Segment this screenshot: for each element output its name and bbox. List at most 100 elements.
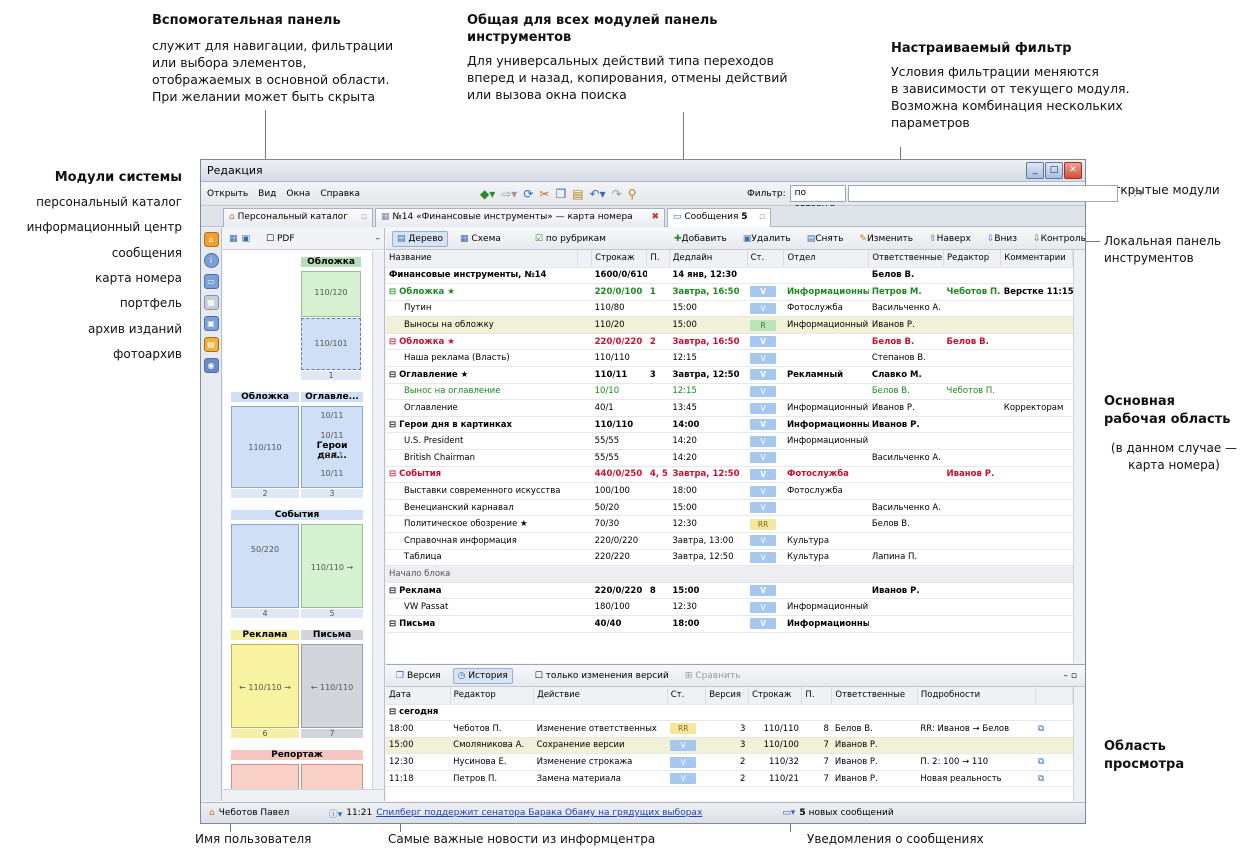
- search-icon[interactable]: ⚲: [628, 187, 637, 201]
- tab-personal-catalog[interactable]: ⌂ Персональный каталог ▫: [223, 208, 373, 227]
- table-row[interactable]: Вынос на оглавление 10/10 12:15 V Белов В. Че…: [386, 383, 1073, 401]
- camera-icon[interactable]: ◉: [203, 358, 219, 373]
- history-row[interactable]: 11:18 Петров П. Замена материала V 2 110/21 7 И…: [386, 770, 1073, 788]
- history-scrollbar[interactable]: [1073, 687, 1085, 801]
- aux-hscrollbar[interactable]: [223, 789, 384, 801]
- collapse-icon[interactable]: –: [376, 234, 381, 244]
- history-col-header[interactable]: Действие: [533, 687, 668, 705]
- table-row[interactable]: Наша реклама (Власть) 110/110 12:15 V Степан…: [386, 349, 1073, 368]
- status-msg-text[interactable]: новых сообщений: [809, 808, 894, 818]
- menu-view[interactable]: Вид: [258, 189, 276, 199]
- status-user[interactable]: Чеботов Павел: [219, 808, 319, 818]
- grid-col-header[interactable]: Ответственные: [868, 250, 945, 268]
- by-rubrics-checkbox[interactable]: ☑ по рубрикам: [531, 232, 610, 246]
- grid-col-header[interactable]: П.: [646, 250, 670, 268]
- history-col-header[interactable]: Строкаж: [748, 687, 803, 705]
- menu-help[interactable]: Справка: [320, 189, 360, 199]
- page-thumb[interactable]: ← 110/110: [301, 644, 363, 728]
- tree-view-button[interactable]: ▤ Дерево: [392, 230, 449, 247]
- close-icon[interactable]: ▫: [759, 212, 765, 222]
- details-icon[interactable]: [1035, 737, 1073, 755]
- back-icon[interactable]: ◆▾: [480, 187, 495, 201]
- version-button[interactable]: ❐ Версия: [392, 669, 445, 683]
- table-row[interactable]: ⊟ Реклама 220/0/220 8 15:00 V Иванов Р.: [386, 582, 1073, 600]
- info-icon[interactable]: i: [203, 253, 219, 268]
- page-thumb[interactable]: 110/110 →: [301, 524, 363, 608]
- table-row[interactable]: Политическое обозрение ★ 70/30 12:30 RR Бело…: [386, 515, 1073, 533]
- refresh-icon[interactable]: ⟳: [523, 187, 533, 201]
- aux-scrollbar[interactable]: [372, 251, 384, 789]
- close-icon[interactable]: ✕: [1064, 162, 1082, 179]
- filter-select[interactable]: по автору ▾: [789, 185, 846, 213]
- page-thumb[interactable]: ← 110/110 →: [231, 644, 299, 728]
- pdf-checkbox[interactable]: ☐ PDF: [266, 234, 294, 244]
- page-thumb[interactable]: 110/101: [301, 318, 361, 370]
- table-row[interactable]: Венецианский карнавал 50/20 15:00 V Васильче…: [386, 499, 1073, 517]
- status-news-link[interactable]: Спилберг поддержит сенатора Барака Обаму…: [376, 808, 702, 818]
- history-col-header[interactable]: Ответственные: [831, 687, 918, 705]
- table-row[interactable]: Финансовые инструменты, №14 1600/0/610 14 …: [386, 267, 1073, 285]
- page-thumb[interactable]: [231, 764, 299, 789]
- page-thumb[interactable]: 10/11 10/11 Герои дня... 10/11 10/11: [301, 406, 363, 488]
- history-col-header[interactable]: Ст.: [667, 687, 707, 705]
- details-icon[interactable]: ⧉: [1035, 753, 1073, 771]
- history-col-header[interactable]: Версия: [705, 687, 749, 705]
- details-icon[interactable]: ⧉: [1035, 770, 1073, 788]
- grid-col-header[interactable]: Ст.: [747, 250, 785, 268]
- close-icon[interactable]: ▫: [361, 212, 367, 222]
- tab-issue-map[interactable]: ▦ №14 «Финансовые инструменты» — карта н…: [375, 208, 665, 227]
- menu-open[interactable]: Открыть: [207, 189, 248, 199]
- grid-col-header[interactable]: Название: [386, 250, 578, 268]
- page-thumb[interactable]: 110/120: [301, 271, 361, 317]
- archive-icon[interactable]: ▤: [203, 337, 219, 352]
- layout-icon[interactable]: ▦: [229, 234, 238, 244]
- grid-col-header[interactable]: [577, 250, 593, 268]
- tab-messages[interactable]: ▭ Сообщения 5 ▫: [667, 208, 771, 227]
- history-col-header[interactable]: П.: [801, 687, 833, 705]
- add-button[interactable]: ✚Добавить: [670, 232, 731, 246]
- table-row[interactable]: ⊟ Письма 40/40 18:00 V Информационный: [386, 615, 1073, 633]
- down-button[interactable]: ⇩Вниз: [983, 232, 1021, 246]
- history-button[interactable]: ◷ История: [452, 667, 513, 684]
- table-row[interactable]: ⊟ Оглавление ★ 110/11 3 Завтра, 12:50 V Рекла…: [386, 366, 1073, 384]
- forward-icon[interactable]: ⇨▾: [501, 187, 517, 201]
- table-row[interactable]: Выставки современного искусства 100/100 18…: [386, 482, 1073, 500]
- only-changes-checkbox[interactable]: ☐ только изменения версий: [531, 669, 673, 683]
- delete-button[interactable]: ▣Удалить: [739, 232, 795, 246]
- history-row[interactable]: 18:00 Чеботов П. Изменение ответственных RR…: [386, 720, 1073, 738]
- message-icon[interactable]: ▭▾: [782, 808, 795, 818]
- redo-icon[interactable]: ↷: [612, 187, 622, 201]
- scheme-view-button[interactable]: ▦ Схема: [456, 232, 505, 246]
- control-button[interactable]: ⇩Контроль: [1029, 232, 1090, 246]
- message-icon[interactable]: ▭: [203, 274, 219, 289]
- grid-col-header[interactable]: Отдел: [783, 250, 870, 268]
- page-icon[interactable]: ▦: [203, 295, 219, 310]
- grid-scrollbar[interactable]: [1073, 250, 1085, 663]
- funnel-icon[interactable]: ▽▾: [1132, 189, 1143, 199]
- grid-col-header[interactable]: Редактор: [943, 250, 1002, 268]
- history-row[interactable]: 12:30 Нусинова Е. Изменение строкажа V 2 110/…: [386, 753, 1073, 771]
- table-row[interactable]: Путин 110/80 15:00 V Фотослужба Васильченко А…: [386, 300, 1073, 318]
- history-col-header[interactable]: Подробности: [917, 687, 1036, 705]
- page-thumb[interactable]: 110/110: [231, 406, 299, 488]
- minimize-icon[interactable]: _: [1026, 162, 1044, 179]
- menu-windows[interactable]: Окна: [286, 189, 310, 199]
- table-row[interactable]: Таблица 220/220 Завтра, 12:50 V Культура Лапи…: [386, 549, 1073, 567]
- table-row[interactable]: ⊟ Герои дня в картинках 110/110 14:00 V Инфо…: [386, 416, 1073, 434]
- save-icon[interactable]: ▣: [242, 234, 251, 244]
- collapse-icon[interactable]: – ▫: [1064, 671, 1077, 681]
- table-row[interactable]: British Chairman 55/55 14:20 V Васильченко А…: [386, 449, 1073, 467]
- table-row[interactable]: Справочная информация 220/0/220 Завтра, 13…: [386, 532, 1073, 550]
- history-col-header[interactable]: Дата: [386, 687, 451, 705]
- grid-col-header[interactable]: Дедлайн: [669, 250, 748, 268]
- compare-button[interactable]: ⊞ Сравнить: [681, 669, 745, 683]
- table-row[interactable]: ⊟ Обложка ★ 220/0/100 1 Завтра, 16:50 V Инфор…: [386, 283, 1073, 301]
- remove-button[interactable]: ▤Снять: [803, 232, 848, 246]
- table-row[interactable]: Оглавление 40/1 13:45 V Информационный Иванов…: [386, 399, 1073, 417]
- home-icon[interactable]: ⌂: [203, 232, 219, 247]
- table-row[interactable]: Начало блока: [386, 565, 1073, 583]
- paste-icon[interactable]: ▤: [572, 187, 583, 201]
- filter-input[interactable]: [847, 185, 1118, 202]
- page-thumb[interactable]: 50/220: [231, 524, 299, 608]
- details-icon[interactable]: ⧉: [1035, 720, 1073, 738]
